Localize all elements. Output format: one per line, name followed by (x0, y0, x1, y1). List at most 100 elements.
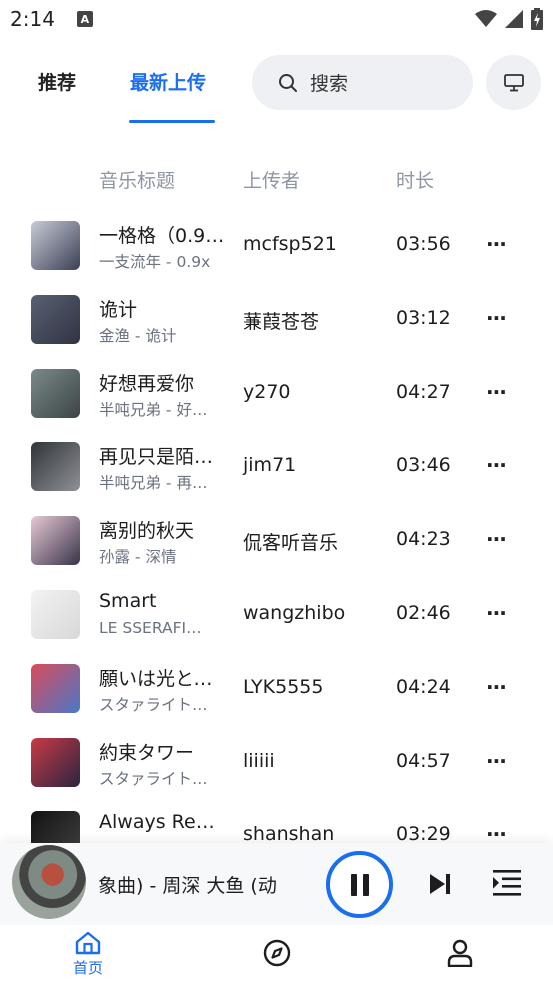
album-cover-image (31, 368, 80, 418)
nav-home-label: 首页 (73, 959, 104, 977)
more-options-icon[interactable]: ··· (486, 527, 508, 551)
song-list: 一格格（0.9x） 一支流年 - 0.9x mcfsp521 03:56 ··· 诡计 金渔… (0, 208, 553, 872)
song-duration: 03:46 (396, 454, 451, 477)
song-row[interactable]: 一格格（0.9x） 一支流年 - 0.9x mcfsp521 03:56 ··· (0, 208, 553, 282)
tab-active-indicator (129, 120, 215, 123)
song-title: 离别的秋天 (99, 520, 195, 543)
album-cover-image (31, 516, 80, 566)
album-cover-image (31, 221, 80, 270)
more-options-icon[interactable]: ··· (486, 232, 508, 256)
album-cover-image (31, 663, 80, 713)
monitor-icon (503, 73, 524, 91)
search-bar[interactable]: 搜索 (252, 55, 473, 110)
next-track-icon[interactable] (428, 873, 452, 895)
pause-icon (350, 873, 369, 896)
more-options-icon[interactable]: ··· (486, 675, 508, 699)
album-cover (31, 442, 80, 492)
column-header-title: 音乐标题 (99, 170, 176, 192)
song-duration: 04:24 (396, 675, 451, 698)
song-subtitle: LE SSERAFIM - Smart (99, 618, 213, 637)
status-bar: 2:14 A (0, 0, 553, 38)
album-cover-image (31, 737, 80, 787)
album-disc[interactable] (12, 845, 86, 919)
album-cover-image (31, 442, 80, 492)
song-subtitle: 孙露 - 深情 (99, 548, 177, 567)
song-duration: 02:46 (396, 601, 451, 624)
song-uploader: LYK5555 (243, 675, 324, 698)
more-options-icon[interactable]: ··· (486, 601, 508, 625)
status-time: 2:14 (10, 7, 55, 31)
song-title: 一格格（0.9x） (99, 225, 227, 247)
song-subtitle: スタァライト九九組 (99, 695, 213, 714)
song-row[interactable]: Smart LE SSERAFIM - Smart wangzhibo 02:46 ··… (0, 577, 553, 651)
home-icon (75, 931, 101, 955)
column-header-duration: 时长 (396, 170, 435, 192)
song-row[interactable]: 再见只是陌生人半吨兄弟 - 再见只是陌生人 jim71 03:46 ··· (0, 429, 553, 503)
more-options-icon[interactable]: ··· (486, 380, 508, 404)
wifi-icon (475, 10, 497, 27)
song-uploader: y270 (243, 380, 291, 403)
song-uploader: wangzhibo (243, 601, 346, 624)
mini-player[interactable]: 象曲) - 周深 大鱼 (动 (0, 843, 553, 925)
song-title: 好想再爱你 (99, 372, 195, 395)
album-cover (31, 221, 80, 270)
battery-icon (531, 8, 543, 30)
nav-discover[interactable] (263, 939, 291, 967)
song-uploader: 蒹葭苍苍 (243, 310, 320, 333)
song-uploader: liiiii (243, 749, 275, 772)
song-subtitle: 半吨兄弟 - 好想再爱你 (99, 400, 213, 419)
album-cover (31, 294, 80, 344)
album-cover (31, 516, 80, 566)
top-bar: 推荐 最新上传 搜索 (0, 52, 553, 124)
album-cover (31, 589, 80, 639)
column-header-uploader: 上传者 (243, 170, 301, 192)
nav-profile[interactable] (447, 939, 473, 967)
song-title: 再见只是陌生人 (99, 446, 227, 469)
nav-home[interactable]: 首页 (73, 931, 103, 978)
tab-latest-upload[interactable]: 最新上传 (130, 68, 206, 95)
more-options-icon[interactable]: ··· (486, 749, 508, 773)
song-uploader: 侃客听音乐 (243, 532, 339, 555)
search-icon (279, 73, 297, 92)
tab-recommend[interactable]: 推荐 (38, 68, 76, 95)
song-title: Smart (99, 589, 157, 612)
song-row[interactable]: 約束タワースタァライト九九組 liiiii 04:57 ··· (0, 725, 553, 799)
song-uploader: jim71 (243, 454, 297, 477)
more-options-icon[interactable]: ··· (486, 306, 508, 330)
search-placeholder: 搜索 (310, 73, 349, 95)
song-uploader: mcfsp521 (243, 233, 337, 255)
status-icons (475, 8, 543, 30)
album-cover-image (31, 589, 80, 639)
song-row[interactable]: 願いは光となってスタァライト九九組 LYK5555 04:24 ··· (0, 651, 553, 725)
album-cover-image (31, 294, 80, 344)
song-row[interactable]: 离别的秋天孙露 - 深情 侃客听音乐 04:23 ··· (0, 503, 553, 577)
album-cover (31, 663, 80, 713)
song-row[interactable]: 好想再爱你半吨兄弟 - 好想再爱你 y270 04:27 ··· (0, 356, 553, 430)
song-subtitle: 一支流年 - 0.9x (99, 253, 211, 271)
song-title: Always Remember (99, 811, 227, 834)
song-title: 诡计 (99, 298, 138, 321)
notification-icon: A (76, 11, 93, 27)
song-duration: 03:12 (396, 306, 451, 329)
song-row[interactable]: 诡计金渔 - 诡计 蒹葭苍苍 03:12 ··· (0, 282, 553, 356)
pause-button[interactable] (326, 851, 393, 918)
song-duration: 04:57 (396, 749, 451, 772)
album-cover (31, 368, 80, 418)
bottom-nav: 首页 (0, 925, 553, 984)
more-options-icon[interactable]: ··· (486, 453, 508, 477)
user-icon (447, 939, 473, 967)
signal-icon (505, 10, 523, 28)
song-duration: 04:27 (396, 380, 451, 403)
compass-icon (263, 939, 291, 967)
song-subtitle: 半吨兄弟 - 再见只是陌生人 (99, 474, 213, 493)
playlist-icon[interactable] (493, 870, 521, 896)
song-title: 約束タワー (99, 741, 195, 764)
song-subtitle: スタァライト九九組 (99, 769, 213, 788)
song-title: 願いは光となって (99, 667, 227, 690)
now-playing-text: 象曲) - 周深 大鱼 (动 (98, 875, 277, 897)
song-duration: 03:56 (396, 233, 451, 255)
album-cover (31, 737, 80, 787)
desktop-mode-button[interactable] (486, 55, 541, 110)
song-subtitle: 金渔 - 诡计 (99, 326, 177, 345)
song-duration: 04:23 (396, 528, 451, 551)
